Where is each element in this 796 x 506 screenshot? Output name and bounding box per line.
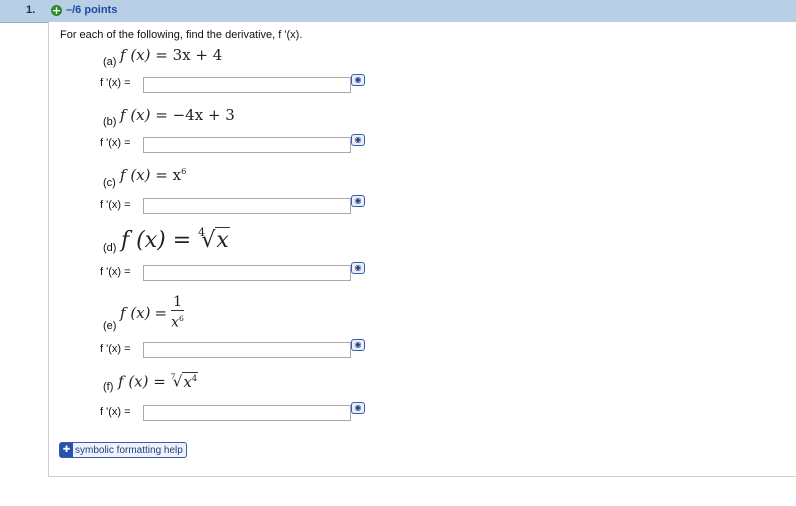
part-c-base: = x	[155, 166, 182, 184]
part-e-label: (e)	[103, 320, 117, 332]
part-d-label: (d)	[103, 242, 117, 254]
radical-sign: √	[172, 372, 183, 391]
part-a-rhs: = 3x + 4	[155, 46, 223, 64]
part-c-formula: f (x) = x6	[120, 166, 186, 184]
eye-icon[interactable]: ◉	[351, 339, 365, 351]
part-e-formula: f (x) = 1 x6	[120, 295, 184, 330]
part-d-answer-input[interactable]	[143, 265, 351, 281]
part-a-formula: f (x) = 3x + 4	[120, 46, 222, 64]
question-prompt: For each of the following, find the deri…	[60, 29, 303, 41]
part-d-lhs: f (x)	[121, 228, 166, 253]
part-c-label: (c)	[103, 177, 116, 189]
part-d-equals: =	[172, 228, 192, 253]
part-f-label: (f)	[103, 381, 114, 393]
part-f-formula: f (x) = 7√x4	[118, 371, 199, 391]
part-a-label: (a)	[103, 56, 117, 68]
eye-icon[interactable]: ◉	[351, 74, 365, 86]
part-a-answer-label: f '(x) =	[100, 77, 131, 89]
part-f-lhs: f (x)	[118, 372, 149, 391]
part-b-answer-label: f '(x) =	[100, 137, 131, 149]
part-c-exponent: 6	[181, 166, 187, 177]
eye-icon[interactable]: ◉	[351, 195, 365, 207]
eye-icon[interactable]: ◉	[351, 262, 365, 274]
part-f-answer-input[interactable]	[143, 405, 351, 421]
part-d-formula: f (x) = 4√x	[121, 226, 230, 253]
eye-icon[interactable]: ◉	[351, 402, 365, 414]
symbolic-formatting-help-button[interactable]: ✚ symbolic formatting help	[59, 442, 187, 458]
part-e-equals: =	[154, 303, 168, 322]
part-f-radicand-base: x	[183, 372, 192, 391]
question-number: 1.	[26, 4, 36, 16]
part-c-answer-label: f '(x) =	[100, 199, 131, 211]
part-a-answer-input[interactable]	[143, 77, 351, 93]
part-a-lhs: f (x)	[120, 46, 151, 64]
part-c-lhs: f (x)	[120, 166, 151, 184]
radical-sign: √	[201, 228, 216, 253]
part-f-equals: =	[153, 372, 166, 391]
part-d-answer-label: f '(x) =	[100, 266, 131, 278]
part-b-formula: f (x) = −4x + 3	[120, 106, 235, 124]
question-header: 1. + –/6 points	[0, 0, 796, 23]
plus-icon: ✚	[60, 443, 73, 457]
part-b-rhs: = −4x + 3	[155, 106, 235, 124]
part-e-denominator-exponent: 6	[179, 314, 184, 323]
part-e-numerator: 1	[171, 294, 184, 311]
part-b-answer-input[interactable]	[143, 137, 351, 153]
points-label[interactable]: –/6 points	[66, 4, 117, 16]
part-d-radicand: x	[215, 227, 230, 253]
part-c-answer-input[interactable]	[143, 198, 351, 214]
plus-circle-icon[interactable]: +	[51, 5, 62, 16]
part-f-answer-label: f '(x) =	[100, 406, 131, 418]
part-b-label: (b)	[103, 116, 117, 128]
help-label: symbolic formatting help	[75, 444, 183, 456]
eye-icon[interactable]: ◉	[351, 134, 365, 146]
part-e-lhs: f (x)	[120, 303, 151, 322]
part-e-answer-input[interactable]	[143, 342, 351, 358]
part-e-denominator-base: x	[171, 314, 180, 331]
part-e-fraction: 1 x6	[171, 295, 184, 330]
part-e-answer-label: f '(x) =	[100, 343, 131, 355]
part-b-lhs: f (x)	[120, 106, 151, 124]
part-f-radicand-exponent: 4	[191, 372, 198, 383]
